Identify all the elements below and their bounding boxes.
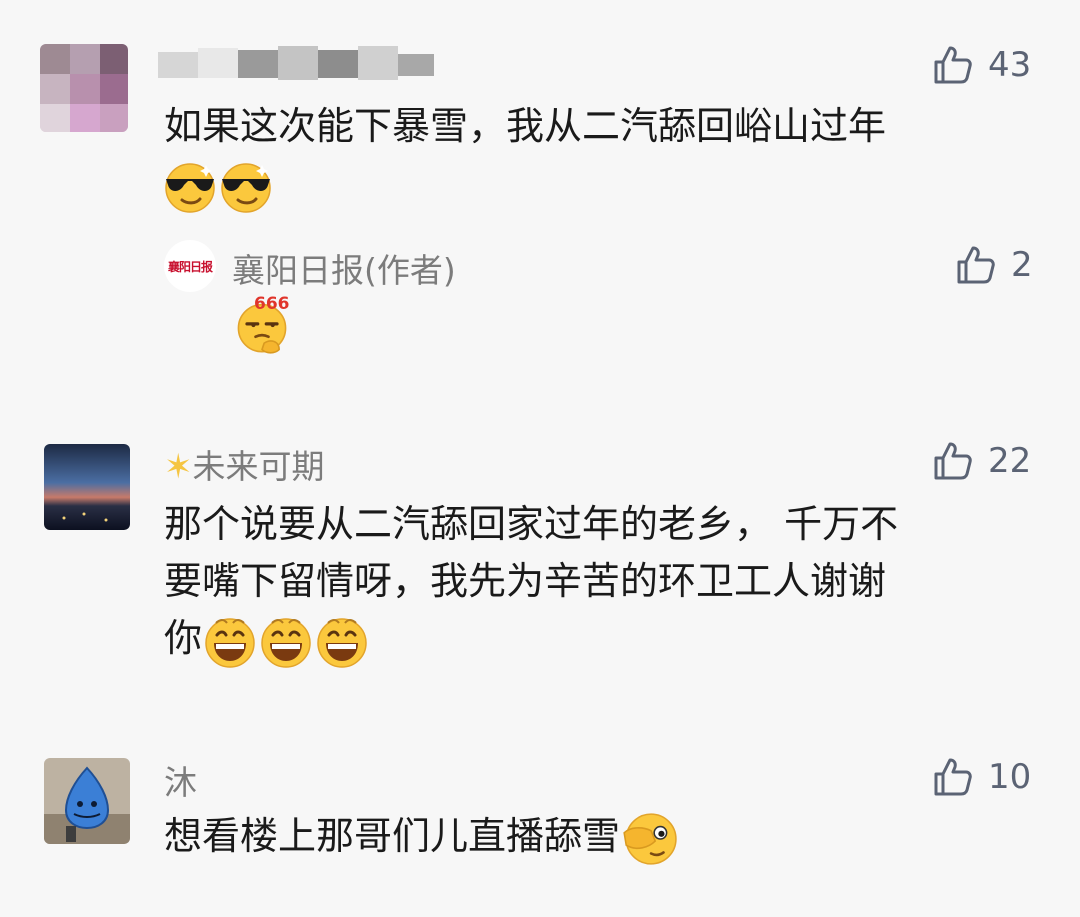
thumbs-up-icon xyxy=(955,244,997,286)
grin-emoji xyxy=(258,613,314,669)
like-button-3[interactable]: 22 xyxy=(932,436,1031,486)
commenter-name-blurred xyxy=(158,44,438,84)
name-label: 未来可期 xyxy=(192,447,325,486)
comment-text-1: 如果这次能下暴雪，我从二汽舔回峪山过年 xyxy=(164,98,886,155)
thumbs-up-icon xyxy=(932,756,974,798)
thumbs-up-icon xyxy=(932,440,974,482)
like-count: 43 xyxy=(988,45,1032,85)
reply-emoji-666: 666 xyxy=(232,294,292,356)
commenter-avatar-4[interactable] xyxy=(44,758,130,844)
grin-emoji xyxy=(202,613,258,669)
comment-text-3: 那个说要从二汽舔回家过年的老乡， 千万不 要嘴下留情呀，我先为辛苦的环卫工人谢谢… xyxy=(164,496,1044,669)
like-button-4[interactable]: 10 xyxy=(932,752,1031,802)
comment-text-4: 想看楼上那哥们儿直播舔雪 xyxy=(164,808,678,868)
like-count: 22 xyxy=(988,441,1032,481)
comment-emoji-row-1 xyxy=(162,156,274,214)
author-avatar[interactable]: 襄阳日报 xyxy=(164,240,216,292)
comment-body: 想看楼上那哥们儿直播舔雪 xyxy=(164,814,621,858)
like-count: 10 xyxy=(988,757,1032,797)
commenter-avatar-1[interactable] xyxy=(40,44,128,132)
comment-line: 要嘴下留情呀，我先为辛苦的环卫工人谢谢 xyxy=(164,559,887,603)
author-name[interactable]: 襄阳日报(作者) xyxy=(232,244,456,292)
comment-line: 那个说要从二汽舔回家过年的老乡， 千万不 xyxy=(164,502,899,546)
like-button-1[interactable]: 43 xyxy=(932,40,1031,90)
sunglasses-emoji xyxy=(162,159,218,215)
comment-line: 你 xyxy=(164,610,1044,669)
comment-line-end: 你 xyxy=(164,616,203,660)
like-count: 2 xyxy=(1011,245,1033,285)
thumbs-up-icon xyxy=(932,44,974,86)
star-icon: ✶ xyxy=(164,447,193,487)
emoji-666-label: 666 xyxy=(254,294,290,314)
sunglasses-emoji xyxy=(218,159,274,215)
commenter-name-4[interactable]: 沐 xyxy=(164,756,197,804)
like-button-2[interactable]: 2 xyxy=(955,240,1033,290)
author-logo: 襄阳日报 xyxy=(167,259,213,274)
facepalm-emoji xyxy=(620,810,678,868)
grin-emoji xyxy=(314,613,370,669)
commenter-avatar-3[interactable] xyxy=(44,444,130,530)
comment-body: 如果这次能下暴雪，我从二汽舔回峪山过年 xyxy=(164,104,887,148)
commenter-name-3[interactable]: ✶未来可期 xyxy=(164,440,325,488)
